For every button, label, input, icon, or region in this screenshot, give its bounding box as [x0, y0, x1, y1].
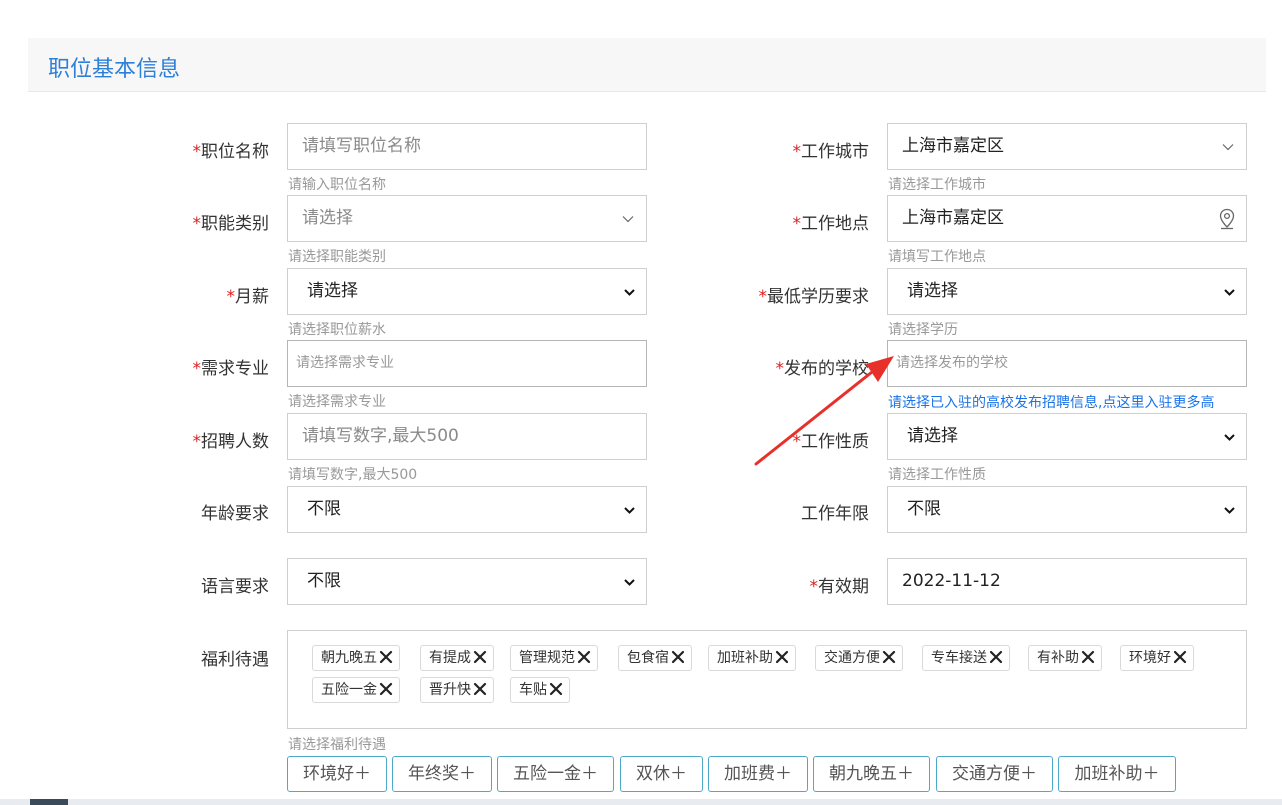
bottom-strip: [0, 799, 1282, 805]
job-form-page: 职位基本信息 *职位名称 请填写职位名称 请输入职位名称 *工作城市 上海市嘉定…: [0, 0, 1282, 805]
annotation-arrow: [754, 356, 894, 466]
bottom-strip-tab: [30, 799, 68, 805]
